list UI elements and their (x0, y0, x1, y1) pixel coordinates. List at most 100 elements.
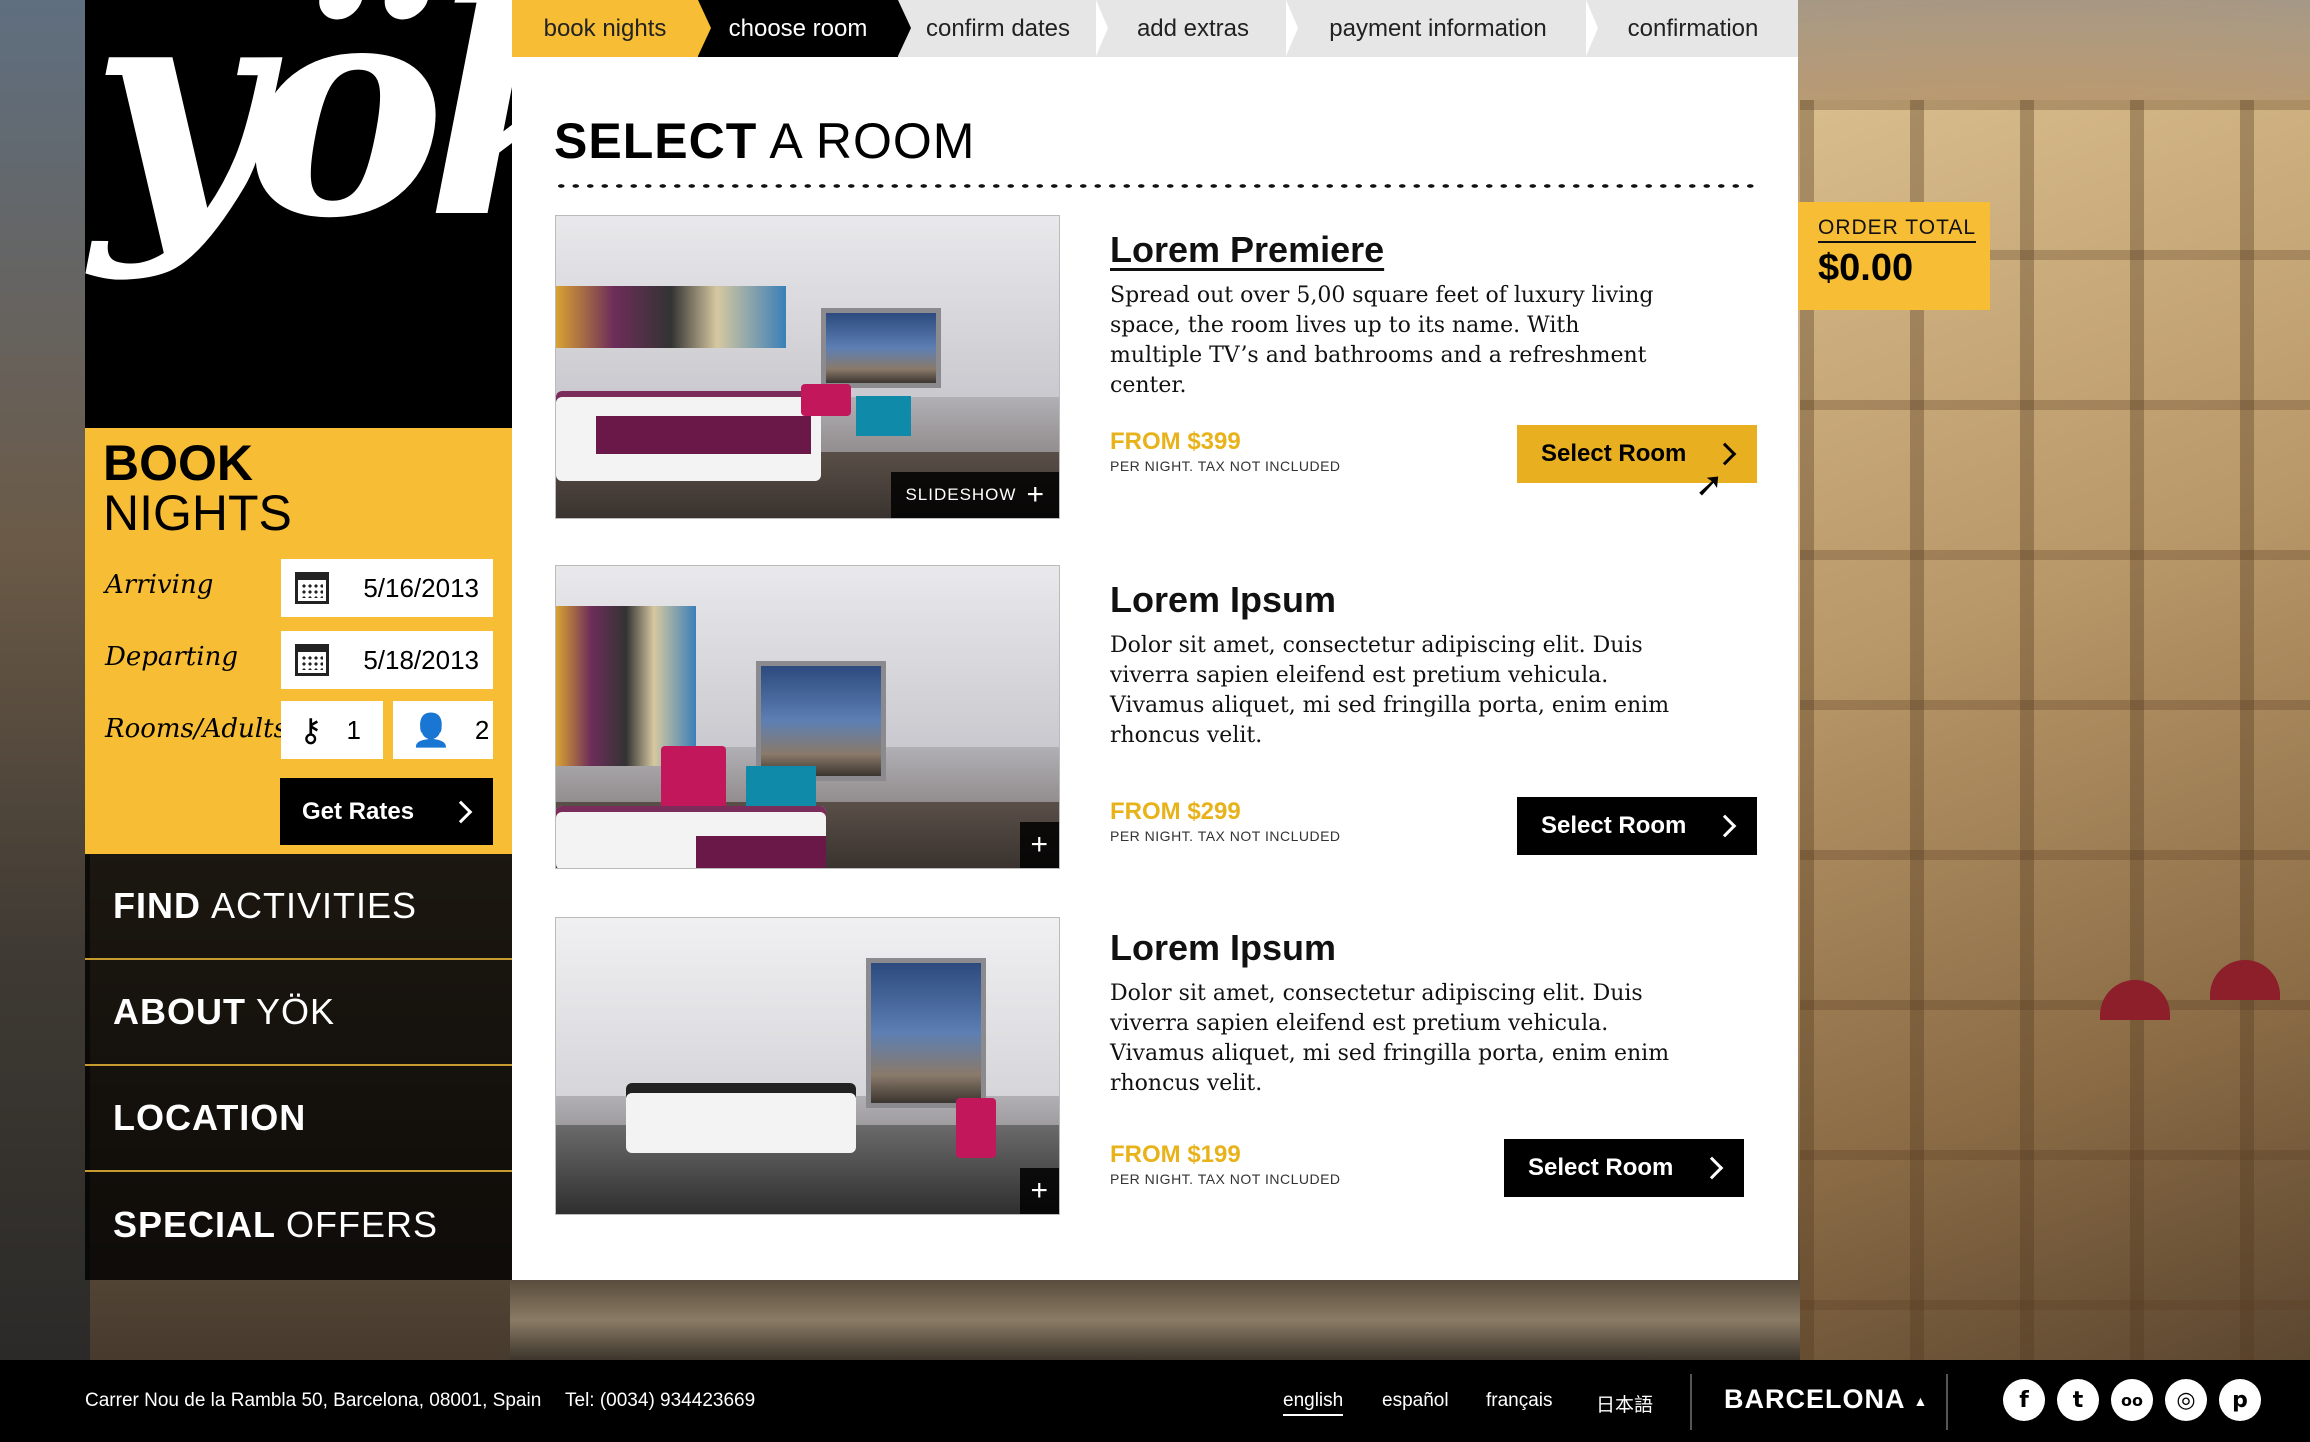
step-confirmation[interactable]: confirmation (1588, 0, 1798, 57)
photo-artwork (556, 606, 696, 766)
room-name[interactable]: Lorem Premiere (1110, 229, 1384, 271)
order-total-label: ORDER TOTAL (1818, 216, 1977, 243)
nav-find-activities[interactable]: FIND ACTIVITIES (85, 854, 512, 960)
rooms-field[interactable]: ⚷ 1 (281, 701, 383, 759)
nav-special-offers[interactable]: SPECIAL OFFERS (85, 1172, 512, 1278)
city-label: BARCELONA (1724, 1384, 1906, 1414)
photo-window (866, 958, 986, 1108)
chevron-right-icon (1713, 442, 1737, 466)
select-room-label: Select Room (1528, 1154, 1674, 1181)
room-name[interactable]: Lorem Ipsum (1110, 927, 1336, 969)
arriving-date-field[interactable]: 5/16/2013 (281, 559, 493, 617)
step-confirm-dates[interactable]: confirm dates (898, 0, 1108, 57)
step-add-extras[interactable]: add extras (1098, 0, 1298, 57)
get-rates-label: Get Rates (302, 797, 415, 825)
departing-date-field[interactable]: 5/18/2013 (281, 631, 493, 689)
chevron-right-icon (449, 800, 473, 823)
calendar-icon (295, 644, 329, 676)
step-label: confirm dates (925, 14, 1071, 42)
tripadvisor-icon[interactable]: oo (2111, 1379, 2153, 1421)
plus-icon: + (1026, 478, 1045, 511)
pinterest-icon[interactable]: p (2219, 1379, 2261, 1421)
room-description: Dolor sit amet, consectetur adipiscing e… (1110, 981, 1670, 1096)
step-arrow (698, 0, 711, 56)
footer-divider (1690, 1374, 1692, 1430)
person-icon: 👤 (411, 712, 451, 748)
photo-throw (596, 416, 811, 454)
room-photo[interactable]: + (555, 565, 1060, 869)
nav-label-light: OFFERS (286, 1204, 439, 1245)
adults-value: 2 (474, 714, 490, 745)
page-title: SELECT A ROOM (554, 112, 975, 170)
language-francais[interactable]: français (1486, 1390, 1553, 1412)
select-room-button[interactable]: Select Room (1517, 797, 1757, 855)
logo[interactable]: yök (85, 0, 512, 428)
twitter-icon[interactable]: t (2057, 1379, 2099, 1421)
footer-divider (1946, 1374, 1948, 1430)
footer-phone[interactable]: Tel: (0034) 934423669 (565, 1390, 755, 1412)
instagram-icon[interactable]: ◎ (2165, 1379, 2207, 1421)
nav-label-light: ACTIVITIES (211, 885, 418, 926)
photo-window (821, 308, 941, 388)
background-left-street (0, 0, 90, 1360)
step-label: payment information (1329, 14, 1547, 42)
arriving-label: Arriving (105, 570, 214, 600)
rooms-value: 1 (346, 714, 361, 745)
nav-about-yok[interactable]: ABOUT YÖK (85, 960, 512, 1066)
nav-location[interactable]: LOCATION (85, 1066, 512, 1172)
room-price: FROM $299 (1110, 798, 1241, 825)
room-description: Spread out over 5,00 square feet of luxu… (1110, 283, 1654, 398)
step-payment-information[interactable]: payment information (1288, 0, 1598, 57)
expand-photo-button[interactable]: + (1020, 1168, 1059, 1214)
language-espanol[interactable]: español (1382, 1390, 1449, 1412)
step-arrow (898, 0, 911, 56)
select-room-label: Select Room (1541, 440, 1687, 467)
room-name[interactable]: Lorem Ipsum (1110, 579, 1336, 621)
rooms-adults-label: Rooms/Adults (105, 714, 287, 744)
order-total: ORDER TOTAL $0.00 (1798, 202, 1990, 310)
room-selection-panel: SELECT A ROOM SLIDESHOW + Lorem Premiere… (512, 57, 1798, 1280)
room-photo[interactable]: SLIDESHOW + (555, 215, 1060, 519)
step-label: confirmation (1627, 14, 1759, 42)
plus-icon: + (1030, 1174, 1049, 1207)
photo-bed (626, 1083, 856, 1153)
mouse-cursor-icon: ➚ (1695, 465, 1724, 505)
key-icon: ⚷ (299, 712, 323, 748)
room-price-note: PER NIGHT. TAX NOT INCLUDED (1110, 1171, 1341, 1187)
nav-label-bold: SPECIAL (113, 1204, 277, 1245)
side-nav: FIND ACTIVITIES ABOUT YÖK LOCATION SPECIAL… (85, 854, 512, 1280)
book-nights-title: BOOK NIGHTS (103, 438, 292, 538)
language-japanese[interactable]: 日本語 (1596, 1390, 1653, 1417)
facebook-icon[interactable]: f (2003, 1379, 2045, 1421)
departing-date-value: 5/18/2013 (363, 644, 479, 675)
step-choose-room[interactable]: choose room (698, 0, 911, 57)
photo-throw (696, 836, 826, 868)
photo-artwork (556, 286, 786, 348)
room-photo[interactable]: + (555, 917, 1060, 1215)
chevron-right-icon (1713, 814, 1737, 838)
city-selector[interactable]: BARCELONA ▲ (1724, 1384, 1928, 1415)
step-label: choose room (728, 14, 868, 42)
step-book-nights[interactable]: book nights (512, 0, 711, 57)
book-nights-panel: BOOK NIGHTS Arriving 5/16/2013 Departing… (85, 428, 512, 854)
room-price: FROM $399 (1110, 428, 1241, 455)
nav-label-bold: ABOUT (113, 991, 246, 1032)
caret-up-icon: ▲ (1913, 1392, 1929, 1409)
background-ground (510, 1280, 1800, 1360)
plus-icon: + (1030, 828, 1049, 861)
step-separator (1286, 0, 1298, 56)
step-label: add extras (1136, 14, 1250, 42)
chevron-right-icon (1700, 1156, 1724, 1180)
get-rates-button[interactable]: Get Rates (280, 778, 493, 845)
photo-chair (956, 1098, 996, 1158)
booking-steps: book nights choose room confirm dates ad… (512, 0, 1798, 57)
slideshow-button[interactable]: SLIDESHOW + (891, 472, 1059, 518)
page-title-light: A ROOM (769, 113, 976, 169)
expand-photo-button[interactable]: + (1020, 822, 1059, 868)
footer: Carrer Nou de la Rambla 50, Barcelona, 0… (0, 1360, 2310, 1442)
language-english[interactable]: english (1283, 1390, 1344, 1416)
step-separator (1586, 0, 1598, 56)
select-room-button[interactable]: Select Room (1504, 1139, 1744, 1197)
footer-address: Carrer Nou de la Rambla 50, Barcelona, 0… (85, 1390, 542, 1411)
adults-field[interactable]: 👤 2 (393, 701, 493, 759)
